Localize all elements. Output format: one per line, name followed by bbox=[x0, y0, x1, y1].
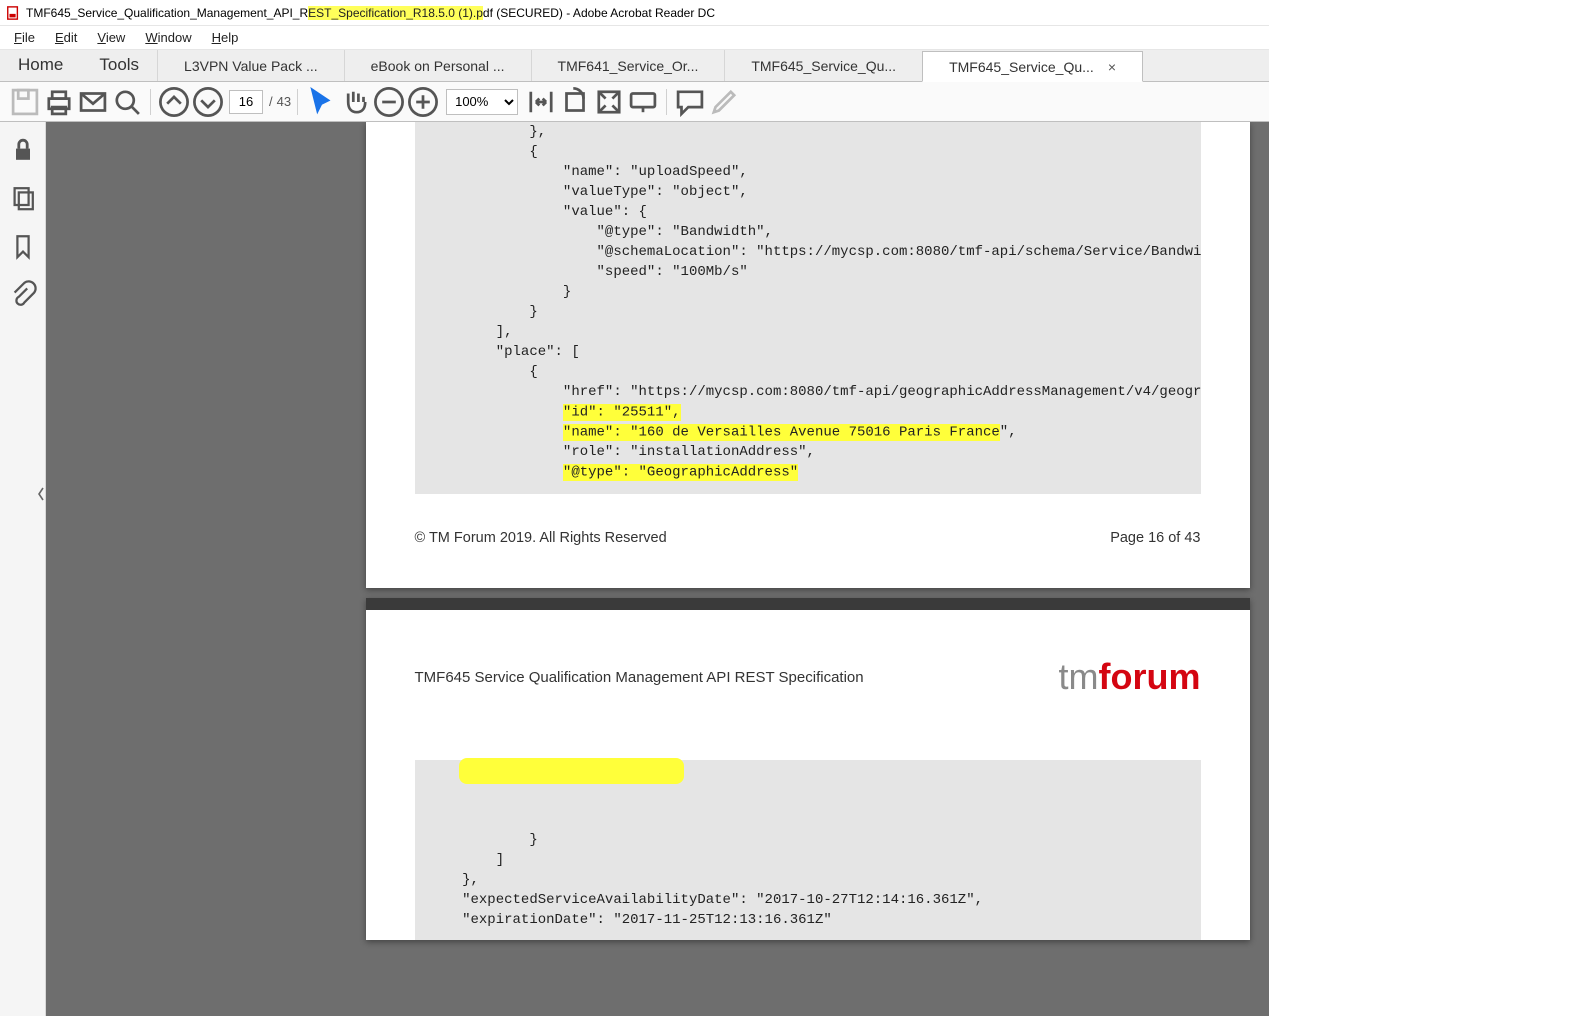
footer-page-number: Page 16 of 43 bbox=[1110, 530, 1200, 546]
doc-tab[interactable]: eBook on Personal ... bbox=[344, 50, 531, 81]
thumbnails-icon[interactable] bbox=[9, 184, 37, 212]
page-total: 43 bbox=[273, 94, 291, 109]
title-text-prefix: TMF645_Service_Qualification_Management_… bbox=[26, 6, 308, 20]
document-subtitle: TMF645 Service Qualification Management … bbox=[415, 669, 864, 686]
title-text-highlighted: EST_Specification_R18.5.0 (1).p bbox=[308, 6, 483, 20]
doc-tab-label: eBook on Personal ... bbox=[371, 58, 505, 74]
doc-tab-label: TMF645_Service_Qu... bbox=[751, 58, 896, 74]
right-panel-blank bbox=[1269, 0, 1569, 1016]
menu-help[interactable]: Help bbox=[202, 28, 249, 47]
save-icon[interactable] bbox=[8, 85, 42, 119]
fit-page-icon[interactable] bbox=[592, 85, 626, 119]
title-text-suffix: df (SECURED) - Adobe Acrobat Reader DC bbox=[483, 6, 715, 20]
zoom-select[interactable]: 100% bbox=[446, 89, 518, 115]
tab-tools[interactable]: Tools bbox=[81, 49, 157, 81]
bookmark-icon[interactable] bbox=[9, 232, 37, 260]
hand-tool-icon[interactable] bbox=[338, 85, 372, 119]
doc-tab-label: L3VPN Value Pack ... bbox=[184, 58, 318, 74]
page-up-icon[interactable] bbox=[157, 85, 191, 119]
rotate-icon[interactable] bbox=[558, 85, 592, 119]
highlighted-text: "name": "160 de Versailles Avenue 75016 … bbox=[563, 424, 1000, 441]
left-rail bbox=[0, 122, 46, 1016]
doc-tab-active[interactable]: TMF645_Service_Qu... × bbox=[922, 51, 1143, 82]
main-area: }, { "name": "uploadSpeed", "valueType":… bbox=[0, 122, 1569, 1016]
highlight-pen-icon[interactable] bbox=[707, 85, 741, 119]
collapse-rail-icon[interactable] bbox=[36, 482, 46, 506]
pdf-page: }, { "name": "uploadSpeed", "valueType":… bbox=[366, 122, 1250, 588]
page-header: TMF645 Service Qualification Management … bbox=[366, 610, 1250, 706]
highlighted-text: "@type": "GeographicAddress" bbox=[563, 464, 798, 481]
highlight-annotation bbox=[459, 758, 684, 784]
read-mode-icon[interactable] bbox=[626, 85, 660, 119]
menu-view[interactable]: View bbox=[87, 28, 135, 47]
pdf-icon bbox=[6, 6, 20, 20]
menu-window[interactable]: Window bbox=[135, 28, 201, 47]
zoom-out-icon[interactable] bbox=[372, 85, 406, 119]
zoom-in-icon[interactable] bbox=[406, 85, 440, 119]
tab-home[interactable]: Home bbox=[0, 49, 81, 81]
search-icon[interactable] bbox=[110, 85, 144, 119]
fit-width-icon[interactable] bbox=[524, 85, 558, 119]
mail-icon[interactable] bbox=[76, 85, 110, 119]
doc-tab[interactable]: TMF641_Service_Or... bbox=[531, 50, 725, 81]
doc-tab[interactable]: L3VPN Value Pack ... bbox=[157, 50, 344, 81]
page-number-input[interactable] bbox=[229, 90, 263, 114]
doc-tab-label: TMF641_Service_Or... bbox=[558, 58, 699, 74]
menu-edit[interactable]: Edit bbox=[45, 28, 87, 47]
pdf-page: TMF645 Service Qualification Management … bbox=[366, 598, 1250, 940]
code-block: } ] }, "expectedServiceAvailabilityDate"… bbox=[415, 760, 1201, 940]
attachment-icon[interactable] bbox=[9, 280, 37, 308]
doc-tab-label: TMF645_Service_Qu... bbox=[949, 59, 1094, 75]
lock-icon[interactable] bbox=[9, 136, 37, 164]
close-icon[interactable]: × bbox=[1108, 59, 1116, 75]
doc-tab[interactable]: TMF645_Service_Qu... bbox=[724, 50, 922, 81]
page-down-icon[interactable] bbox=[191, 85, 225, 119]
print-icon[interactable] bbox=[42, 85, 76, 119]
highlighted-text: "id": "25511", bbox=[563, 404, 681, 421]
footer-copyright: © TM Forum 2019. All Rights Reserved bbox=[415, 530, 667, 546]
code-block: }, { "name": "uploadSpeed", "valueType":… bbox=[415, 122, 1201, 494]
page-footer: © TM Forum 2019. All Rights Reserved Pag… bbox=[366, 494, 1250, 588]
select-tool-icon[interactable] bbox=[304, 85, 338, 119]
tmforum-logo: tmforum bbox=[1059, 656, 1201, 698]
comment-icon[interactable] bbox=[673, 85, 707, 119]
menu-file[interactable]: File bbox=[4, 28, 45, 47]
